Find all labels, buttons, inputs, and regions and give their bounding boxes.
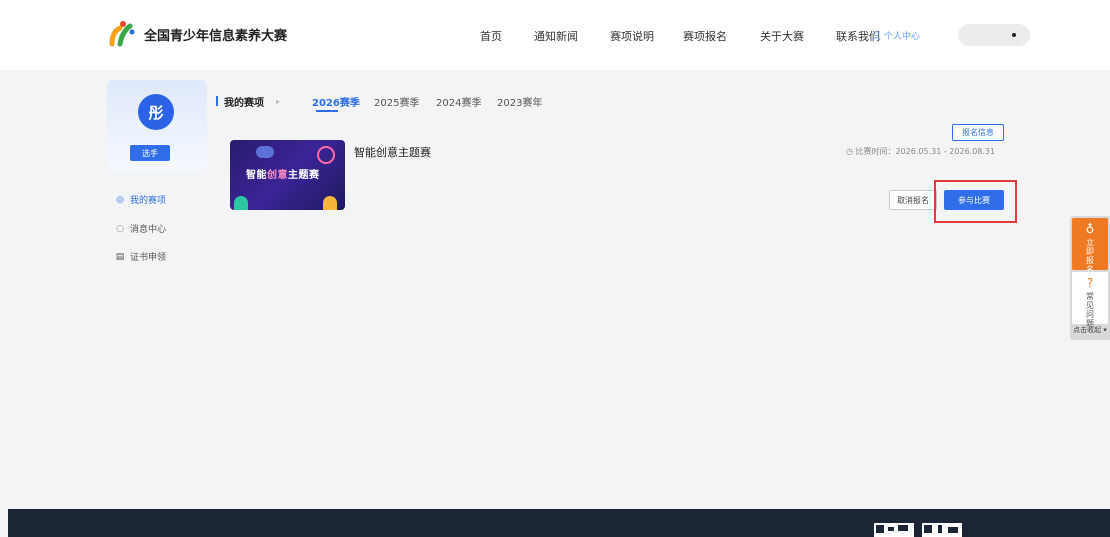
thumbnail-title: 智能创意主题赛 (246, 170, 320, 181)
account-dropdown[interactable] (958, 24, 1030, 46)
sidebar-item-label: 证书申领 (130, 253, 167, 263)
clock-icon: ◷ (846, 147, 856, 156)
user-icon (872, 31, 881, 40)
main-nav: 首页 通知新闻 赛项说明 赛项报名 关于大赛 联系我们 (0, 28, 1110, 48)
tab-season-2023[interactable]: 2023赛年 (497, 94, 542, 109)
tab-season-2026[interactable]: 2026赛季 (312, 94, 360, 109)
tab-season-2025[interactable]: 2025赛季 (374, 94, 419, 109)
certificate-icon: ▤ (115, 251, 125, 262)
sidebar-item-certificates[interactable]: ▤ 证书申领 (115, 250, 167, 264)
heading-bar (216, 96, 218, 106)
role-badge: 选手 (130, 145, 170, 161)
registration-info-button[interactable]: 报名信息 (952, 124, 1004, 141)
qr-code-icon (922, 523, 962, 537)
dropdown-dot-icon (1012, 33, 1016, 37)
nav-item-news[interactable]: 通知新闻 (534, 28, 578, 44)
nav-item-about[interactable]: 关于大赛 (760, 28, 804, 44)
active-tab-indicator (316, 110, 338, 112)
sidebar-item-label: 消息中心 (130, 225, 167, 235)
target-icon (317, 146, 335, 164)
section-heading: 我的赛项 ▸ (216, 93, 292, 109)
sidebar-item-messages[interactable]: ◌ 消息中心 (115, 222, 167, 236)
page-title: 我的赛项 (224, 97, 264, 109)
sidebar-item-my-competitions[interactable]: ◎ 我的赛项 (115, 193, 167, 207)
sidebar-item-label: 我的赛项 (130, 196, 167, 206)
avatar[interactable]: 彤 (138, 94, 174, 130)
cancel-registration-button[interactable]: 取消报名 (889, 190, 937, 210)
collapse-panel-toggle[interactable]: 点击收起 ▾ (1070, 325, 1110, 335)
bell-icon: ◌ (116, 223, 124, 234)
float-apply-button[interactable]: ♁ 立即报名 (1072, 218, 1108, 274)
nav-item-register[interactable]: 赛项报名 (683, 28, 727, 44)
float-faq-button[interactable]: ? 常见问题 (1072, 272, 1108, 328)
user-add-icon: ♁ (1085, 222, 1095, 236)
top-header: 全国青少年信息素养大赛 首页 通知新闻 赛项说明 赛项报名 关于大赛 联系我们 … (0, 0, 1110, 70)
user-center-label: 个人中心 (884, 32, 921, 42)
chevron-right-icon: ▸ (276, 96, 281, 106)
nav-item-home[interactable]: 首页 (480, 28, 502, 44)
nav-item-rules[interactable]: 赛项说明 (610, 28, 654, 44)
competition-time: ◷ 比赛时间：2026.05.31 - 2026.08.31 (846, 147, 996, 156)
user-center-link[interactable]: 个人中心 (872, 29, 920, 42)
question-icon: ? (1086, 276, 1094, 290)
robot-icon (256, 146, 274, 158)
leaf-icon (234, 196, 248, 210)
qr-code-icon (874, 523, 914, 537)
tab-season-2024[interactable]: 2024赛季 (436, 94, 481, 109)
target-icon: ◎ (116, 194, 124, 205)
competition-name: 智能创意主题赛 (354, 146, 431, 159)
competition-thumbnail[interactable]: 智能创意主题赛 (230, 140, 345, 210)
leaf-icon (323, 196, 337, 210)
highlight-box (934, 180, 1017, 223)
